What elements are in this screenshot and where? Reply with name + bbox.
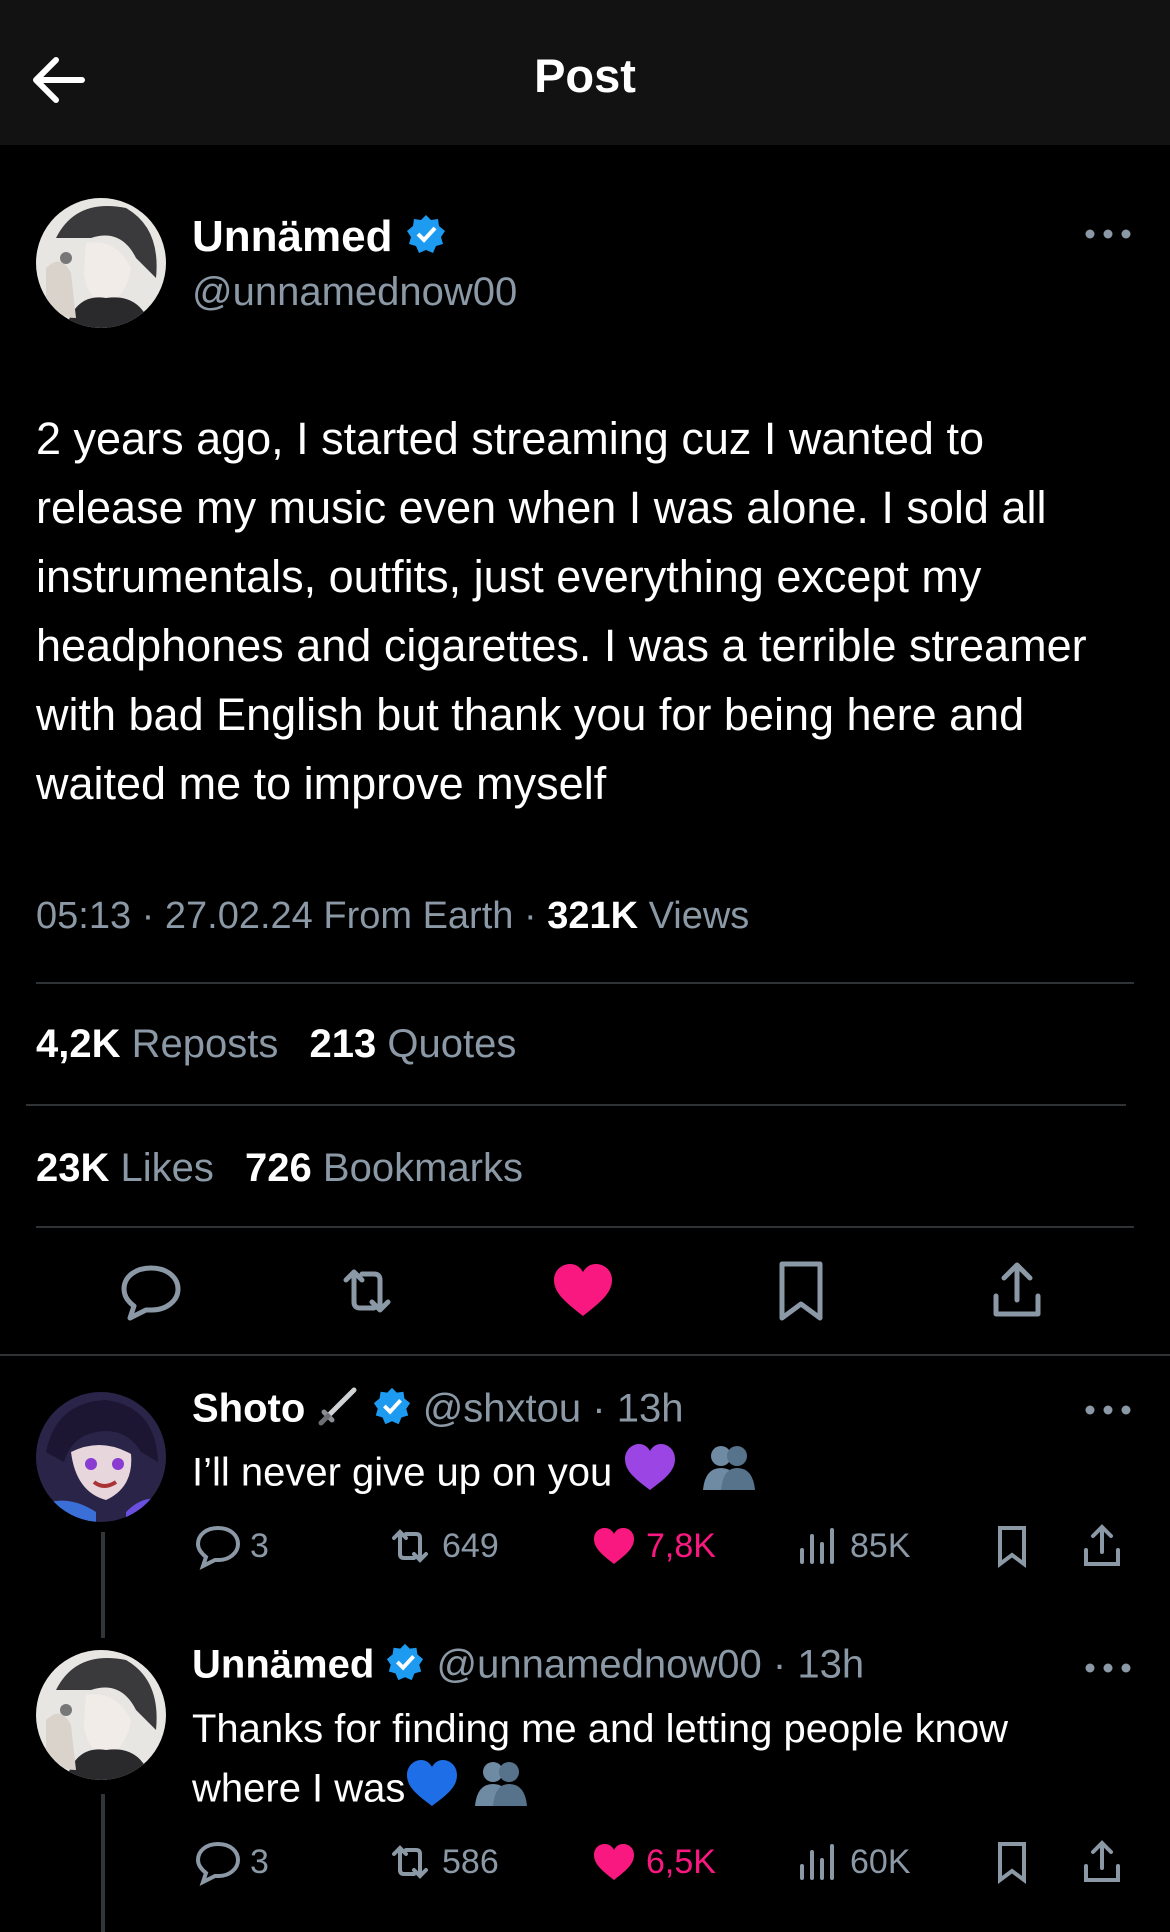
reply-repost-button[interactable]: 649 [386,1522,499,1570]
reply-views-button[interactable]: 85K [794,1522,911,1570]
reply-avatar[interactable] [36,1650,166,1780]
author-handle[interactable]: @unnamednow00 [192,270,517,315]
like-icon[interactable] [548,1256,618,1326]
post-source: From Earth [323,895,514,937]
reply-author-name[interactable]: Shoto [192,1387,305,1431]
verified-badge-icon [405,213,447,266]
reply-author-name[interactable]: Unnämed [192,1643,374,1687]
views-count: 321K [547,895,639,937]
reply-bookmark-button[interactable] [988,1522,1044,1570]
reply-like-button[interactable]: 6,5K [590,1838,716,1886]
thread-line [101,1532,105,1638]
post-meta: 05:13 · 27.02.24 From Earth · 321K Views [36,895,750,937]
reply-header: Unnämed @unnamednow00 · 13h [192,1642,864,1692]
reply-repost-button[interactable]: 586 [386,1838,499,1886]
reply-age: 13h [797,1642,865,1687]
repost-icon[interactable] [332,1256,402,1326]
people-emoji-icon [699,1442,757,1508]
top-bar: Post [0,0,1170,145]
stats-row-reposts: 4,2K Reposts 213 Quotes [36,1022,536,1067]
reply-header: Shoto @shxtou · 13h [192,1384,683,1438]
reply-like-button[interactable]: 7,8K [590,1522,716,1570]
page-title: Post [534,49,636,102]
more-icon[interactable] [1078,214,1138,254]
reply-share-button[interactable] [1078,1838,1134,1886]
stats-row-likes: 23K Likes 726 Bookmarks [36,1146,543,1191]
reply-author-handle[interactable]: @unnamednow00 [437,1643,762,1687]
author-name[interactable]: Unnämed [192,212,447,266]
reply-views-button[interactable]: 60K [794,1838,911,1886]
reply-text: I’ll never give up on you [192,1442,1092,1508]
purple-heart-emoji-icon [623,1442,677,1508]
bookmarks-stat[interactable]: 726 Bookmarks [245,1146,523,1190]
reply-reply-button[interactable]: 3 [194,1838,269,1886]
reply-bookmark-button[interactable] [988,1838,1044,1886]
reply-author-handle[interactable]: @shxtou [423,1387,581,1431]
more-icon[interactable] [1078,1648,1138,1688]
verified-badge-icon [372,1386,412,1436]
reply-icon[interactable] [116,1256,186,1326]
reply-reply-button[interactable]: 3 [194,1522,269,1570]
divider [36,1226,1134,1228]
reposts-stat[interactable]: 4,2K Reposts [36,1022,278,1066]
likes-stat[interactable]: 23K Likes [36,1146,214,1190]
author-avatar[interactable] [36,198,166,328]
divider [26,1104,1126,1106]
verified-badge-icon [385,1642,425,1692]
blue-heart-emoji-icon [405,1758,459,1824]
bookmark-icon[interactable] [766,1256,836,1326]
divider [0,1354,1170,1356]
post-text: 2 years ago, I started streaming cuz I w… [36,413,1100,809]
post-time: 05:13 [36,895,132,937]
quotes-stat[interactable]: 213 Quotes [310,1022,517,1066]
post-date: 27.02.24 [164,895,313,937]
people-emoji-icon [471,1758,529,1824]
reply-age: 13h [616,1386,684,1431]
sword-emoji-icon [316,1384,360,1438]
reply-text: Thanks for finding me and letting people… [192,1700,1032,1824]
views-label: Views [648,895,750,937]
thread-line [101,1794,105,1932]
divider [36,982,1134,984]
reply-share-button[interactable] [1078,1522,1134,1570]
reply-avatar[interactable] [36,1392,166,1522]
more-icon[interactable] [1078,1390,1138,1430]
share-icon[interactable] [982,1256,1052,1326]
